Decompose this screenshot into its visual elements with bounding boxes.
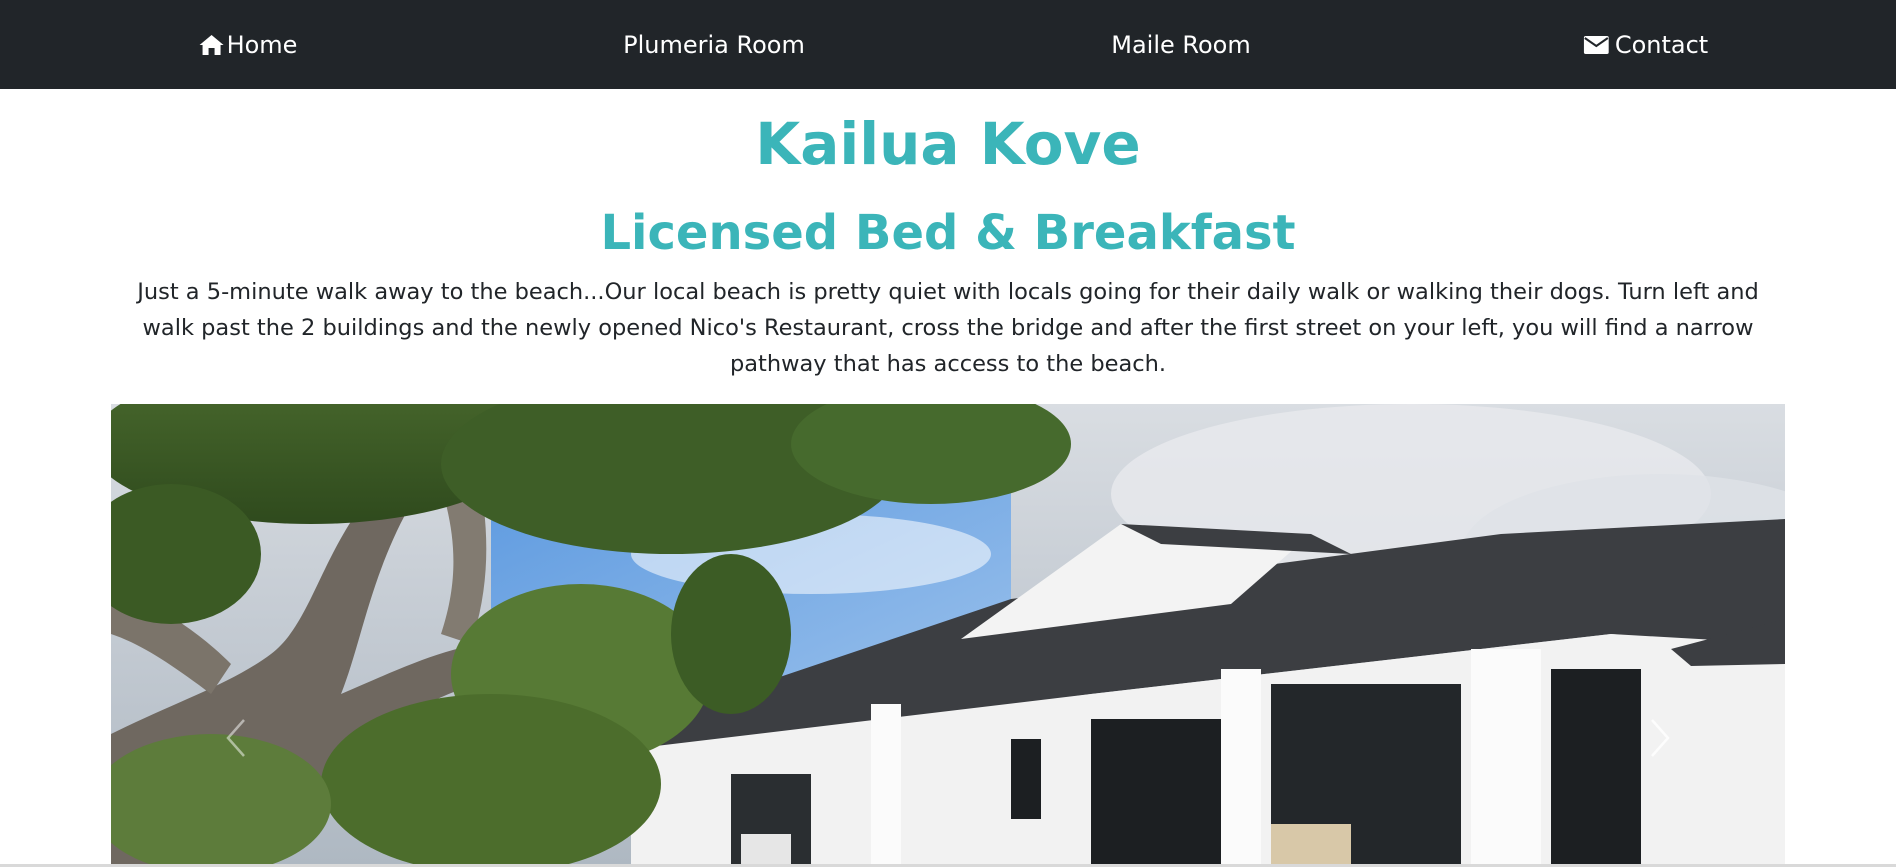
nav-plumeria-label: Plumeria Room [623,30,805,59]
home-icon [199,34,225,56]
carousel-prev-button[interactable] [216,710,256,770]
nav-home-label: Home [226,30,298,59]
nav-contact-label: Contact [1614,30,1709,59]
envelope-icon [1583,35,1609,55]
nav-maile-label: Maile Room [1111,30,1251,59]
top-navbar: Home Plumeria Room Maile Room Contact [0,0,1896,89]
chevron-left-icon [225,718,247,762]
nav-maile-room-link[interactable]: Maile Room [1111,0,1251,89]
intro-paragraph: Just a 5-minute walk away to the beach..… [137,279,1759,377]
chevron-right-icon [1649,718,1671,762]
site-subtitle: Licensed Bed & Breakfast [600,205,1296,261]
photo-carousel [111,404,1785,867]
carousel-slide-image [111,404,1785,867]
nav-plumeria-room-link[interactable]: Plumeria Room [623,0,805,89]
nav-home-link[interactable]: Home [199,0,298,89]
carousel-next-button[interactable] [1640,710,1680,770]
nav-contact-link[interactable]: Contact [1583,0,1709,89]
site-title: Kailua Kove [755,110,1141,178]
